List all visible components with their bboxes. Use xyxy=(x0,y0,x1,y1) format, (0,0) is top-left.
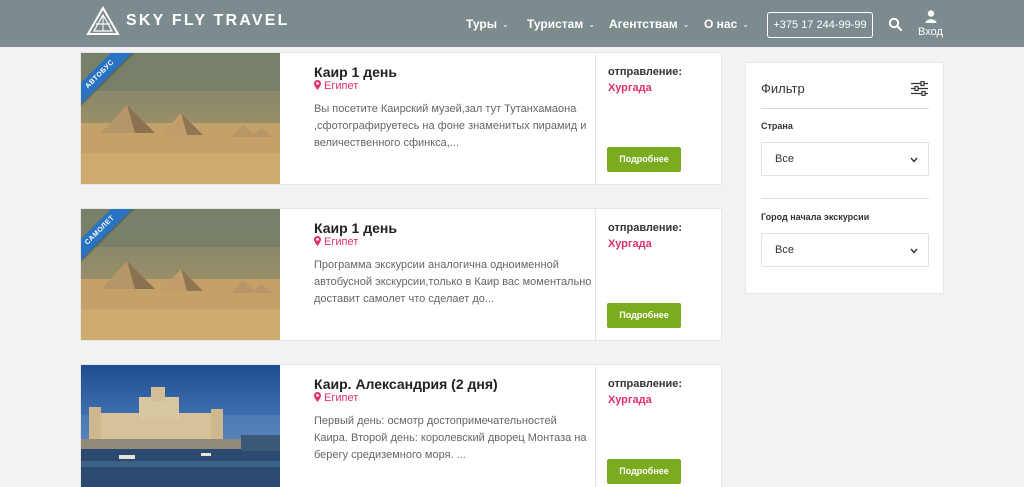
tour-description: Вы посетите Каирский музей,зал тут Тутан… xyxy=(314,103,587,149)
phone-button[interactable]: +375 17 244-99-99 xyxy=(767,12,873,38)
tour-country-label: Египет xyxy=(324,392,359,404)
card-divider xyxy=(595,53,596,184)
chevron-down-icon xyxy=(910,157,918,163)
details-button[interactable]: Подробнее xyxy=(607,303,681,328)
chevron-down-icon: ⌄ xyxy=(742,20,749,29)
tour-card: САМОЛЕТ Каир 1 день Египет Программа экс… xyxy=(80,208,722,341)
nav-label: Агентствам xyxy=(609,17,678,31)
tour-card: АВТОБУС Каир 1 день Египет Вы посетите К… xyxy=(80,52,722,185)
login-link[interactable]: Вход xyxy=(918,26,943,38)
country-select[interactable]: Все xyxy=(761,142,929,176)
country-select-value: Все xyxy=(775,153,794,165)
filter-divider xyxy=(761,108,929,109)
sliders-icon[interactable] xyxy=(911,81,928,96)
tour-title[interactable]: Каир 1 день xyxy=(314,64,397,80)
departure-label: отправление: xyxy=(608,378,683,390)
nav-label: Туры xyxy=(466,17,497,31)
city-select[interactable]: Все xyxy=(761,233,929,267)
nav-label: О нас xyxy=(704,17,738,31)
tour-image[interactable]: САМОЛЕТ xyxy=(81,209,280,340)
details-button[interactable]: Подробнее xyxy=(607,459,681,484)
site-header: SKY FLY TRAVEL Туры ⌄ Туристам ⌄ Агентства… xyxy=(0,0,1024,47)
chevron-down-icon: ⌄ xyxy=(501,20,509,29)
map-pin-icon xyxy=(314,236,321,246)
tour-card: Каир. Александрия (2 дня) Египет Первый … xyxy=(80,364,722,487)
nav-agencies[interactable]: Агентствам ⌄ xyxy=(609,17,689,31)
tour-country: Египет xyxy=(314,236,358,248)
tour-country-label: Египет xyxy=(324,80,359,92)
tour-title[interactable]: Каир 1 день xyxy=(314,220,397,236)
map-pin-icon xyxy=(314,80,321,90)
user-icon[interactable] xyxy=(925,10,937,23)
departure-label: отправление: xyxy=(608,66,683,78)
nav-about[interactable]: О нас ⌄ xyxy=(704,17,749,31)
tour-country-label: Египет xyxy=(324,236,359,248)
nav-label: Туристам xyxy=(527,17,584,31)
tour-country: Египет xyxy=(314,80,358,92)
departure-city: Хургада xyxy=(608,394,652,406)
chevron-down-icon: ⌄ xyxy=(682,20,690,29)
departure-city: Хургада xyxy=(608,238,652,250)
filter-title: Фильтр xyxy=(761,81,805,96)
country-filter-label: Страна xyxy=(761,121,793,131)
tour-description: Программа экскурсии аналогична одноименн… xyxy=(314,259,592,305)
chevron-down-icon: ⌄ xyxy=(588,20,595,29)
card-divider xyxy=(595,365,596,487)
filter-divider xyxy=(761,198,929,199)
tour-image[interactable] xyxy=(81,365,280,487)
search-icon[interactable] xyxy=(888,17,902,31)
departure-label: отправление: xyxy=(608,222,683,234)
city-filter-label: Город начала экскурсии xyxy=(761,212,870,222)
chevron-down-icon xyxy=(910,248,918,254)
tour-image[interactable]: АВТОБУС xyxy=(81,53,280,184)
tour-description: Первый день: осмотр достопримечательност… xyxy=(314,415,587,461)
tour-country: Египет xyxy=(314,392,358,404)
departure-city: Хургада xyxy=(608,82,652,94)
details-button[interactable]: Подробнее xyxy=(607,147,681,172)
logo-triangle-icon xyxy=(86,6,120,35)
card-divider xyxy=(595,209,596,340)
filter-panel: Фильтр Страна Все Город начала экскурсии… xyxy=(745,62,944,294)
logo-text: SKY FLY TRAVEL xyxy=(126,12,290,29)
logo[interactable]: SKY FLY TRAVEL xyxy=(86,6,290,36)
city-select-value: Все xyxy=(775,244,794,256)
nav-tours[interactable]: Туры ⌄ xyxy=(466,17,509,31)
nav-tourists[interactable]: Туристам ⌄ xyxy=(527,17,595,31)
citadel-photo xyxy=(81,365,280,487)
map-pin-icon xyxy=(314,392,321,402)
tour-title[interactable]: Каир. Александрия (2 дня) xyxy=(314,376,498,392)
